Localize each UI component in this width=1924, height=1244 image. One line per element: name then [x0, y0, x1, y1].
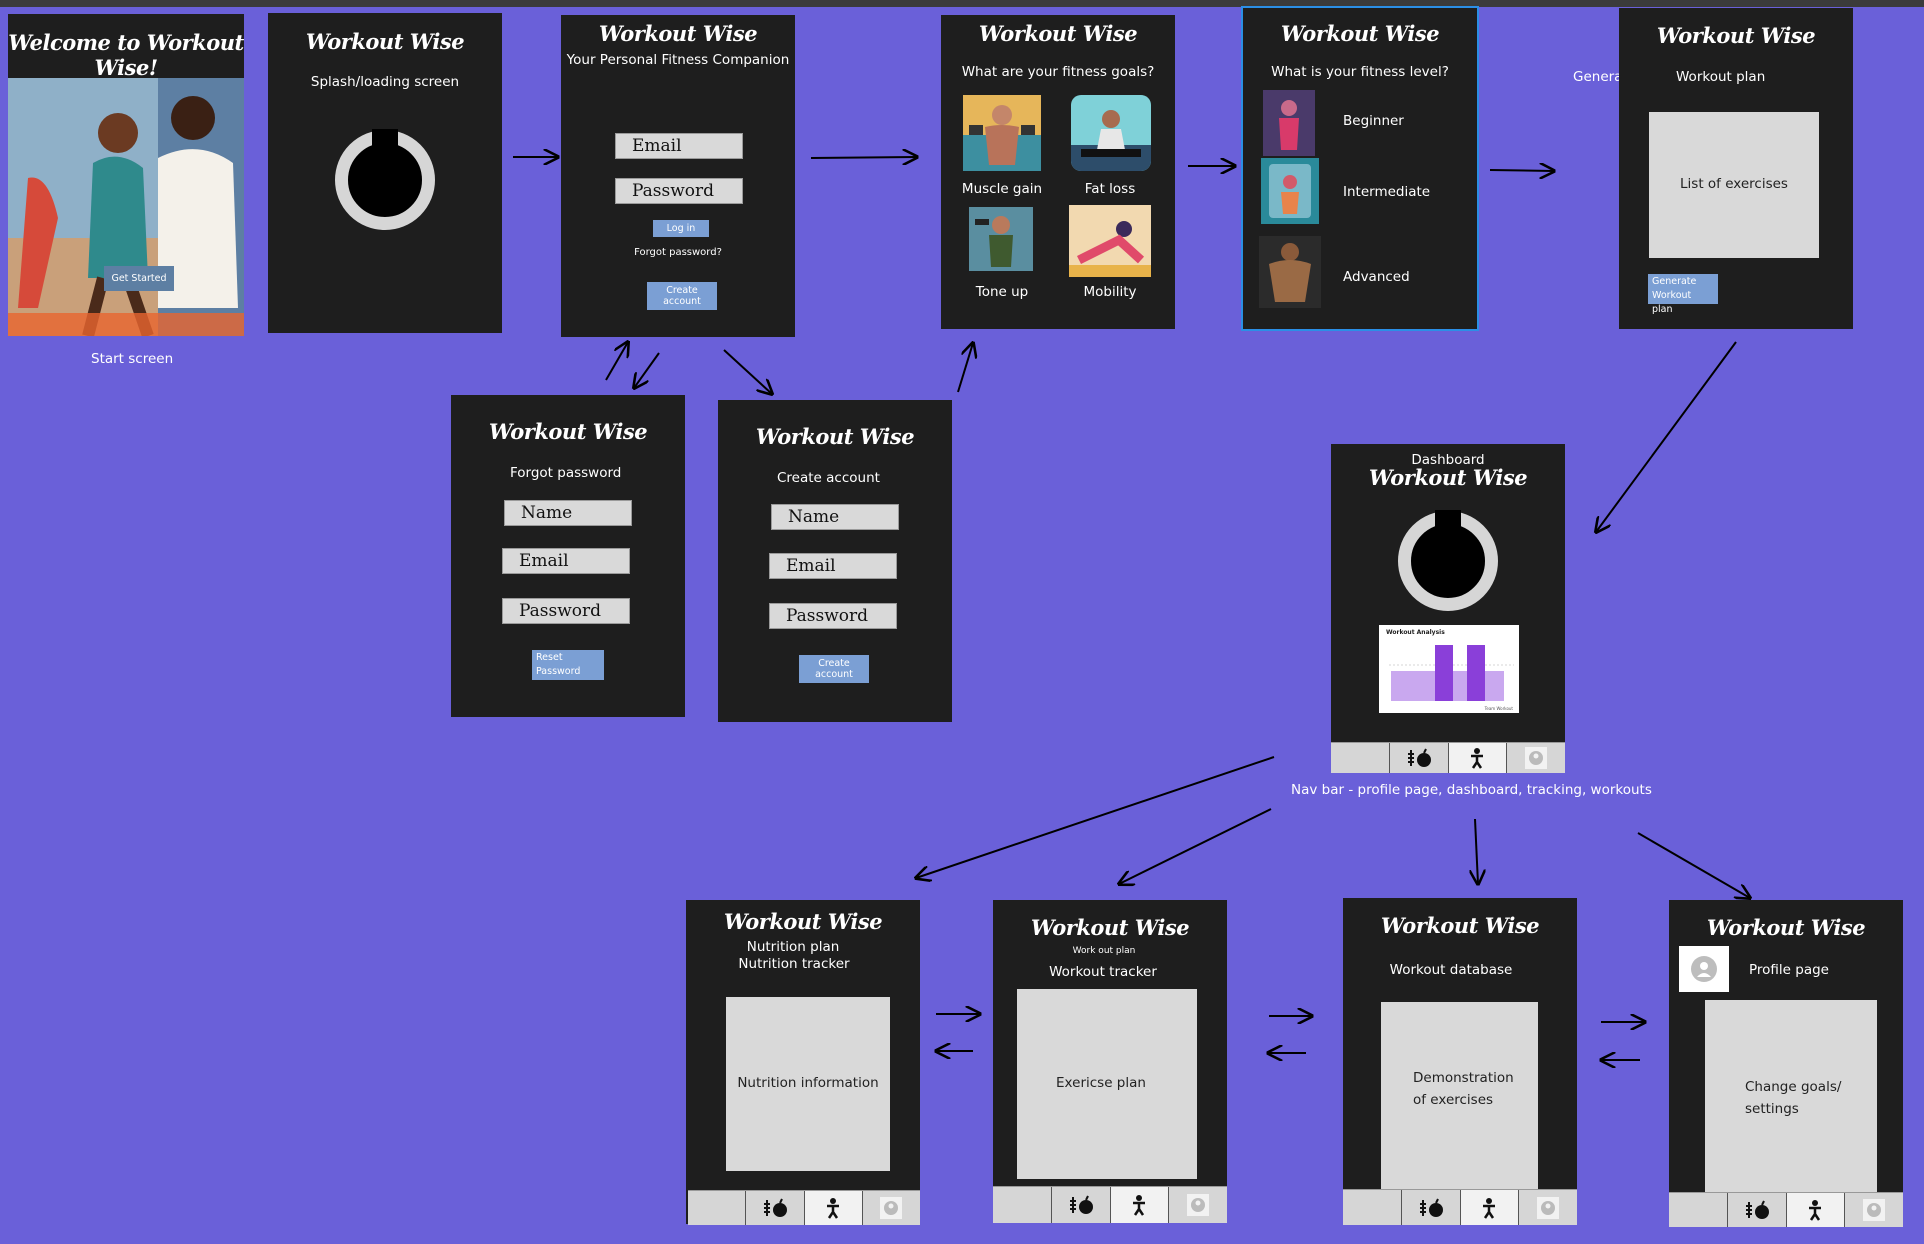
- arrow-login-to-forgot: [634, 352, 660, 388]
- arrow-dashboard-to-tracker: [1119, 808, 1272, 884]
- arrow-dashboard-to-nutrition: [916, 756, 1275, 878]
- arrow-dashboard-to-database: [1475, 818, 1478, 884]
- arrow-create-to-goals: [957, 343, 973, 393]
- arrow-login-to-goals: [810, 157, 917, 158]
- arrow-dashboard-to-profile: [1637, 832, 1750, 898]
- arrow-plan-to-dashboard: [1596, 341, 1737, 532]
- flow-arrows: [513, 0, 1924, 1244]
- arrow-forgot-to-login: [605, 342, 628, 381]
- arrow-level-to-plan: [1489, 170, 1554, 171]
- arrow-login-to-create: [723, 349, 772, 394]
